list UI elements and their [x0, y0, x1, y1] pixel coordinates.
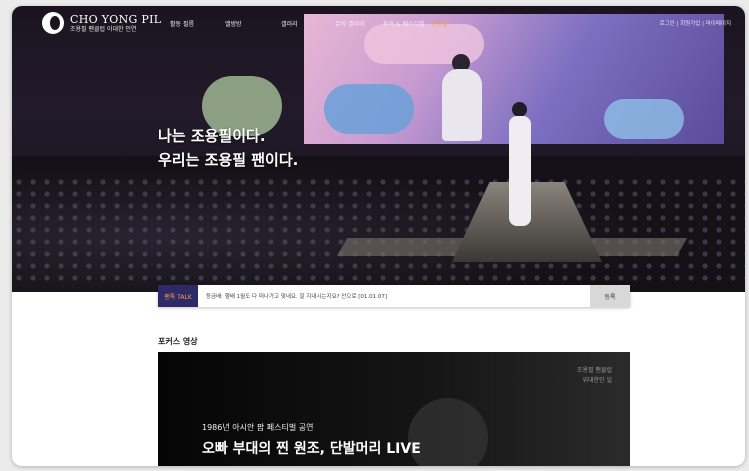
talk-message[interactable]: 등금배: 행배 1월도 다 떠나가고 맞네요. 잘 지내시는지요? 안으로 [0…: [198, 292, 590, 300]
nav-item-gallery[interactable]: 갤러리: [281, 19, 335, 28]
hero-line-1: 나는 조용필이다.: [158, 127, 266, 145]
nav-item-film[interactable]: 활동 필름: [170, 19, 225, 28]
logo-icon: [42, 12, 64, 34]
page-frame: CHO YONG PIL 조용필 팬클럽 이대한 인연 활동 필름 앨범방 갤러…: [12, 6, 745, 466]
talk-label: 팬톡 TALK: [158, 285, 198, 307]
nav-item-music-gallery[interactable]: 뮤직 갤러리: [335, 19, 383, 28]
top-navigation: CHO YONG PIL 조용필 팬클럽 이대한 인연 활동 필름 앨범방 갤러…: [12, 6, 745, 40]
fan-talk-bar: 팬톡 TALK 등금배: 행배 1월도 다 떠나가고 맞네요. 잘 지내시는지요…: [158, 285, 630, 307]
logo-subtitle: 조용필 팬클럽 이대한 인연: [70, 25, 137, 33]
nav-item-album[interactable]: 앨범방: [225, 19, 281, 28]
talk-submit-button[interactable]: 등록: [590, 285, 630, 307]
video-subtitle: 1986년 아시안 팝 페스티벌 공연: [202, 423, 314, 432]
performer-figure: [509, 116, 531, 226]
utility-links[interactable]: 로그인 | 회원가입 | 마이페이지: [660, 19, 731, 27]
main-nav: 활동 필름 앨범방 갤러리 뮤직 갤러리 투어 & 페스티벌 조용필: [170, 19, 461, 28]
logo-title: CHO YONG PIL: [70, 12, 162, 26]
site-logo[interactable]: CHO YONG PIL 조용필 팬클럽 이대한 인연: [42, 12, 161, 34]
video-headline: 오빠 부대의 찐 원조, 단발머리 LIVE: [202, 441, 421, 457]
focus-video-player[interactable]: 조용필 팬클럽 위대한인 일 1986년 아시안 팝 페스티벌 공연 오빠 부대…: [158, 352, 630, 466]
nav-item-choyongpil[interactable]: 조용필: [431, 19, 461, 28]
video-caption: 조용필 팬클럽 위대한인 일: [576, 367, 612, 384]
focus-video-title: 포커스 영상: [158, 337, 198, 346]
nav-item-tour[interactable]: 투어 & 페스티벌: [383, 19, 431, 28]
hero-line-2: 우리는 조용필 팬이다.: [158, 151, 299, 169]
hero-slogan: 나는 조용필이다. 우리는 조용필 팬이다.: [158, 124, 298, 172]
hero-banner: CHO YONG PIL 조용필 팬클럽 이대한 인연 활동 필름 앨범방 갤러…: [12, 6, 745, 292]
